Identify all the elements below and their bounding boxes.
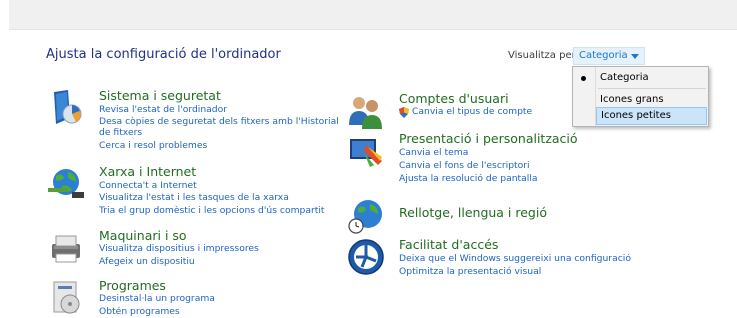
link[interactable]: de fitxers [99, 127, 142, 139]
clock-globe-icon [348, 200, 382, 234]
personalization-icon [350, 139, 382, 167]
network-globe-icon [48, 169, 84, 198]
link[interactable]: Desinstal·la un programa [99, 293, 215, 305]
category-title[interactable]: Facilitat d'accés [399, 237, 498, 252]
category-title[interactable]: Xarxa i Internet [99, 164, 196, 179]
view-by-label: Visualitza per: [508, 50, 579, 61]
page-title: Ajusta la configuració de l'ordinador [46, 47, 281, 62]
link[interactable]: Visualitza dispositius i impressores [99, 243, 259, 255]
link[interactable]: Optimitza la presentació visual [399, 266, 541, 278]
link[interactable]: Connecta't a Internet [99, 180, 197, 192]
programs-icon [53, 281, 80, 314]
view-by-dropdown[interactable]: Categoria [573, 47, 645, 65]
link[interactable]: Canvia el fons de l'escriptori [399, 160, 530, 172]
view-by-menu: Categoria Icones grans Icones petites [572, 66, 709, 127]
category-title[interactable]: Programes [99, 278, 166, 293]
category-title[interactable]: Maquinari i so [99, 228, 187, 243]
security-shield-icon [54, 90, 82, 124]
link[interactable]: Canvia el tipus de compte [399, 106, 532, 118]
chevron-down-icon [631, 54, 639, 59]
link[interactable]: Deixa que el Windows suggereixi una conf… [399, 253, 631, 265]
link[interactable]: Tria el grup domèstic i les opcions d'ús… [99, 205, 325, 217]
link[interactable]: Cerca i resol problemes [99, 140, 207, 152]
category-title[interactable]: Sistema i seguretat [99, 88, 221, 103]
link[interactable]: Visualitza l'estat i les tasques de la x… [99, 192, 289, 204]
link[interactable]: Canvia el tema [399, 147, 468, 159]
category-title[interactable]: Rellotge, llengua i regió [399, 205, 547, 220]
link[interactable]: Obtén programes [99, 306, 180, 318]
category-title[interactable]: Presentació i personalització [399, 131, 578, 146]
checked-bullet-icon [581, 76, 586, 81]
printer-icon [52, 235, 80, 263]
link[interactable]: Afegeix un dispositiu [99, 256, 195, 268]
view-by-selected: Categoria [579, 50, 628, 61]
menu-separator [598, 88, 706, 89]
category-title[interactable]: Comptes d'usuari [399, 91, 509, 106]
menu-item-small-icons[interactable]: Icones petites [596, 107, 707, 125]
user-accounts-icon [349, 97, 382, 129]
address-bar-area [9, 0, 737, 30]
link[interactable]: Ajusta la resolució de pantalla [399, 173, 538, 185]
link[interactable]: Revisa l'estat de l'ordinador [99, 104, 227, 116]
ease-of-access-icon [348, 239, 384, 275]
menu-item-category[interactable]: Categoria [596, 69, 707, 87]
